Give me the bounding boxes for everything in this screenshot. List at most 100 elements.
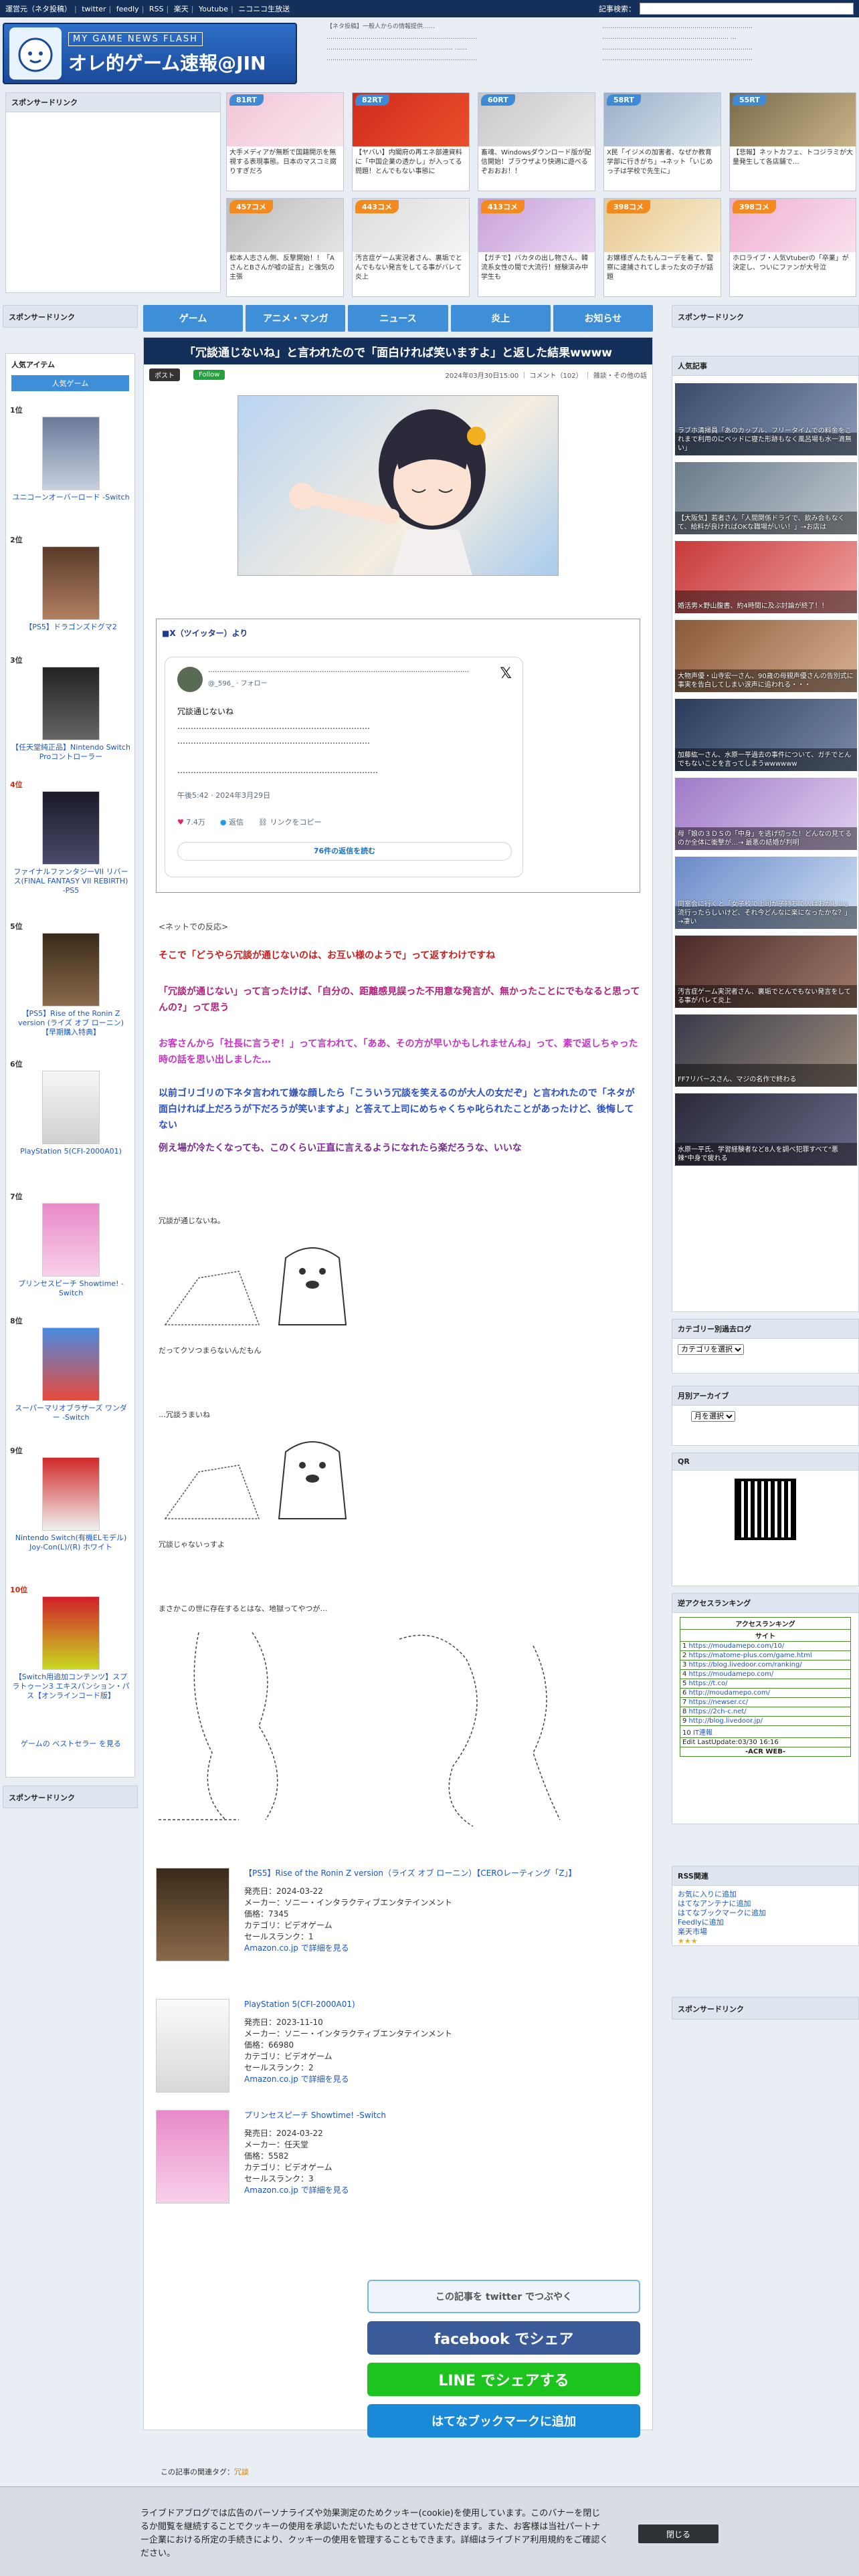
header-news-line[interactable]: ………………………………………………………………… (602, 53, 856, 64)
acr-row[interactable]: 7 https://newser.cc/ (680, 1697, 851, 1707)
acr-row[interactable]: 5 https://t.co/ (680, 1679, 851, 1689)
rank-title[interactable]: Nintendo Switch(有機ELモデル) Joy-Con(L)/(R) … (6, 1533, 136, 1552)
share-line-button[interactable]: LINE でシェアする (367, 2363, 640, 2396)
nav-news[interactable]: ニュース (348, 305, 448, 332)
share-hatena-button[interactable]: はてなブックマークに追加 (367, 2404, 640, 2438)
cookie-close-button[interactable]: 閉じる (638, 2525, 719, 2543)
acr-row[interactable]: 8 https://2ch-c.net/ (680, 1707, 851, 1717)
related-tag[interactable]: 冗談 (234, 2468, 249, 2476)
acr-link[interactable]: https://newser.cc/ (689, 1699, 749, 1706)
acr-link[interactable]: http://moudamepo.com/ (689, 1689, 770, 1697)
rank-item[interactable]: 8位 スーパーマリオブラザーズ ワンダー -Switch (6, 1315, 136, 1422)
acr-link[interactable]: https://t.co/ (689, 1680, 728, 1687)
header-news-line[interactable]: ………………………………………………………………… (602, 21, 856, 32)
rank-title[interactable]: 【PS5】ドラゴンズドグマ2 (6, 623, 136, 632)
rank-item[interactable]: 4位 ファイナルファンタジーVII リバース(FINAL FANTASY VII … (6, 779, 136, 895)
rss-link[interactable]: はてなアンテナに追加 (678, 1899, 751, 1908)
acr-row[interactable]: 9 http://blog.livedoor.jp/ (680, 1716, 851, 1726)
top-link-rss[interactable]: RSS (149, 5, 164, 13)
header-news-line[interactable]: ………………………………………………………………… (602, 43, 856, 53)
rank-title[interactable]: PlayStation 5(CFI-2000A01) (6, 1147, 136, 1156)
search-input[interactable] (640, 3, 854, 15)
nav-anime-manga[interactable]: アニメ・マンガ (246, 305, 346, 332)
site-logo[interactable]: MY GAME NEWS FLASH オレ的ゲーム速報@JIN (3, 23, 297, 84)
popular-article[interactable]: 同室会に行くと「女子校で上司が子持ちで人はおかしい」流行ったらしいけど、それ今ど… (675, 857, 857, 929)
acr-row[interactable]: 1 https://moudamepo.com/10/ (680, 1641, 851, 1651)
rank-title[interactable]: プリンセスピーチ Showtime! -Switch (6, 1279, 136, 1298)
popular-article[interactable]: 【大阪気】若者さん「人間関係ドライで、飲み会もなくて、給料が良ければOKな職場が… (675, 462, 857, 534)
thumb-card[interactable]: 443コメ 汚言症ゲーム実況者さん、裏垢でとんでもない発言をしてる事がバレて炎上 (352, 198, 470, 297)
acr-link[interactable]: https://matome-plus.com/game.html (689, 1652, 812, 1659)
rank-title[interactable]: 【任天堂純正品】Nintendo Switch Proコントローラー (6, 743, 136, 762)
rank-item[interactable]: 3位 【任天堂純正品】Nintendo Switch Proコントローラー (6, 655, 136, 762)
nav-notice[interactable]: お知らせ (553, 305, 654, 332)
product-image[interactable] (156, 2110, 229, 2204)
acr-link[interactable]: IT連報 (693, 1729, 712, 1737)
thumb-card[interactable]: 82RT 【ヤバい】内閣府の再エネ部連資料に「中国企業の透かし」が入ってる問題！… (352, 92, 470, 191)
rank-title[interactable]: 【Switch用追加コンテンツ】スプラトゥーン3 エキスパンション・パス【オンラ… (6, 1673, 136, 1701)
rank-item[interactable]: 2位 【PS5】ドラゴンズドグマ2 (6, 534, 136, 632)
popular-article[interactable]: 汚言症ゲーム実況者さん、裏垢でとんでもない発言をしてる事がバレて炎上 (675, 936, 857, 1008)
product-image[interactable] (156, 1999, 229, 2092)
acr-row[interactable]: 3 https://blog.livedoor.com/ranking/ (680, 1660, 851, 1670)
amazon-link[interactable]: Amazon.co.jp で詳細を見る (244, 1943, 577, 1954)
rank-item[interactable]: 9位 Nintendo Switch(有機ELモデル) Joy-Con(L)/(R… (6, 1445, 136, 1552)
top-link-niconico[interactable]: ニコニコ生放送 (238, 5, 290, 13)
nav-flame[interactable]: 炎上 (450, 305, 551, 332)
rss-link[interactable]: Feedlyに追加 (678, 1918, 724, 1927)
rank-item[interactable]: 6位 PlayStation 5(CFI-2000A01) (6, 1059, 136, 1156)
acr-row[interactable]: 10 IT連報 (680, 1725, 851, 1738)
rank-title[interactable]: スーパーマリオブラザーズ ワンダー -Switch (6, 1404, 136, 1422)
x-post-card[interactable]: ……………………………………………………………………………………………………… … (165, 657, 523, 877)
avatar[interactable] (177, 667, 203, 692)
x-logo-icon[interactable]: 𝕏 (500, 665, 512, 682)
rank-title[interactable]: ファイナルファンタジーVII リバース(FINAL FANTASY VII RE… (6, 867, 136, 895)
thumb-card[interactable]: 413コメ 【ガチで】バカタの出し物さん、韓流系女性の間で大流行！経験済み中学生… (478, 198, 595, 297)
popular-article[interactable]: 大物声優・山寺宏一さん、90歳の母親声優さんの告別式に事実を告白してしまい涙声に… (675, 620, 857, 692)
tab-popular-games[interactable]: 人気ゲーム (11, 375, 129, 391)
top-link-twitter[interactable]: twitter (82, 5, 106, 13)
thumb-card[interactable]: 55RT 【悲報】ネットカフェ、トコジラミが大量発生して各店舗で… (729, 92, 856, 191)
rank-item[interactable]: 7位 プリンセスピーチ Showtime! -Switch (6, 1191, 136, 1298)
reply-action[interactable]: ● 返信 (220, 817, 244, 827)
category-select[interactable]: カテゴリを選択 (678, 1344, 744, 1355)
thumb-card[interactable]: 398コメ お嬢様ぎんたもんコーデを着て、警察に逮捕されてしまった女の子が話題 (603, 198, 721, 297)
archive-select[interactable]: 月を選択 (691, 1411, 735, 1422)
read-replies-button[interactable]: 76件の返信を読む (177, 842, 512, 861)
acr-row[interactable]: 4 https://moudamepo.com/ (680, 1669, 851, 1679)
popular-article[interactable]: FF7リバースさん、マジの名作で終わる (675, 1014, 857, 1087)
article-title[interactable]: 「冗談通じないね」と言われたので「面白ければ笑いますよ」と返した結果wwww (144, 338, 652, 364)
top-link-submit[interactable]: 運営元（ネタ投稿） (5, 5, 72, 13)
acr-link[interactable]: https://2ch-c.net/ (689, 1708, 747, 1715)
bestseller-link[interactable]: ゲームの ベストセラー を見る (6, 1738, 136, 1749)
post-author-handle[interactable]: @_596_ · フォロー (208, 677, 268, 687)
top-link-rakuten[interactable]: 楽天 (174, 5, 189, 13)
product-title[interactable]: 【PS5】Rise of the Ronin Z version（ライズ オブ … (244, 1868, 577, 1879)
acr-link[interactable]: https://blog.livedoor.com/ranking/ (689, 1661, 802, 1669)
top-link-feedly[interactable]: feedly (116, 5, 139, 13)
rank-item[interactable]: 5位 【PS5】Rise of the Ronin Z version (ライズ … (6, 921, 136, 1037)
rank-item[interactable]: 1位 ユニコーンオーバーロード -Switch (6, 405, 136, 502)
thumb-card[interactable]: 60RT 畜魂、Windowsダウンロード版が配信開始！ブラウザより快適に遊べる… (478, 92, 595, 191)
acr-link[interactable]: https://moudamepo.com/ (689, 1671, 774, 1678)
copy-link-action[interactable]: ⛓ リンクをコピー (258, 817, 321, 827)
popular-article[interactable]: 水原一平氏、学習経験者など8人を調べ犯罪すべて"悪辣"中身で疲れる (675, 1093, 857, 1166)
header-news-line[interactable]: 【ネタ投稿】一般人からの情報提供…… (326, 21, 587, 32)
popular-article[interactable]: 母「娘の３ＤＳの「中身」を逃げ切った！どんなの見てるのか全体に衝撃が…→ 最悪の… (675, 778, 857, 850)
tweet-button[interactable]: ポスト (149, 368, 180, 381)
amazon-link[interactable]: Amazon.co.jp で詳細を見る (244, 2074, 452, 2085)
rss-link[interactable]: はてなブックマークに追加 (678, 1909, 766, 1917)
thumb-card[interactable]: 457コメ 松本人志さん側、反撃開始！！「AさんとBさんが嘘の証言」と強気の主張 (226, 198, 344, 297)
like-action[interactable]: ♥ 7.4万 (177, 817, 205, 827)
share-twitter-button[interactable]: この記事を twitter でつぶやく (367, 2280, 640, 2313)
rss-link[interactable]: 楽天市場 (678, 1927, 707, 1936)
product-title[interactable]: プリンセスピーチ Showtime! -Switch (244, 2110, 386, 2121)
share-facebook-button[interactable]: facebook でシェア (367, 2321, 640, 2355)
popular-article[interactable]: 婚活男×野山腹書、約4時間に及ぶ討論が終了！！ (675, 541, 857, 613)
acr-row[interactable]: 6 http://moudamepo.com/ (680, 1688, 851, 1698)
post-time[interactable]: 午後5:42 · 2024年3月29日 (177, 790, 270, 800)
nav-game[interactable]: ゲーム (143, 305, 244, 332)
thumb-card[interactable]: 81RT 大手メディアが無断で国籍開示を無視する表現事態。日本のマスコミ腐りすぎ… (226, 92, 344, 191)
amazon-link[interactable]: Amazon.co.jp で詳細を見る (244, 2185, 386, 2196)
header-news-line[interactable]: ………………………………………………………………… (326, 32, 587, 43)
